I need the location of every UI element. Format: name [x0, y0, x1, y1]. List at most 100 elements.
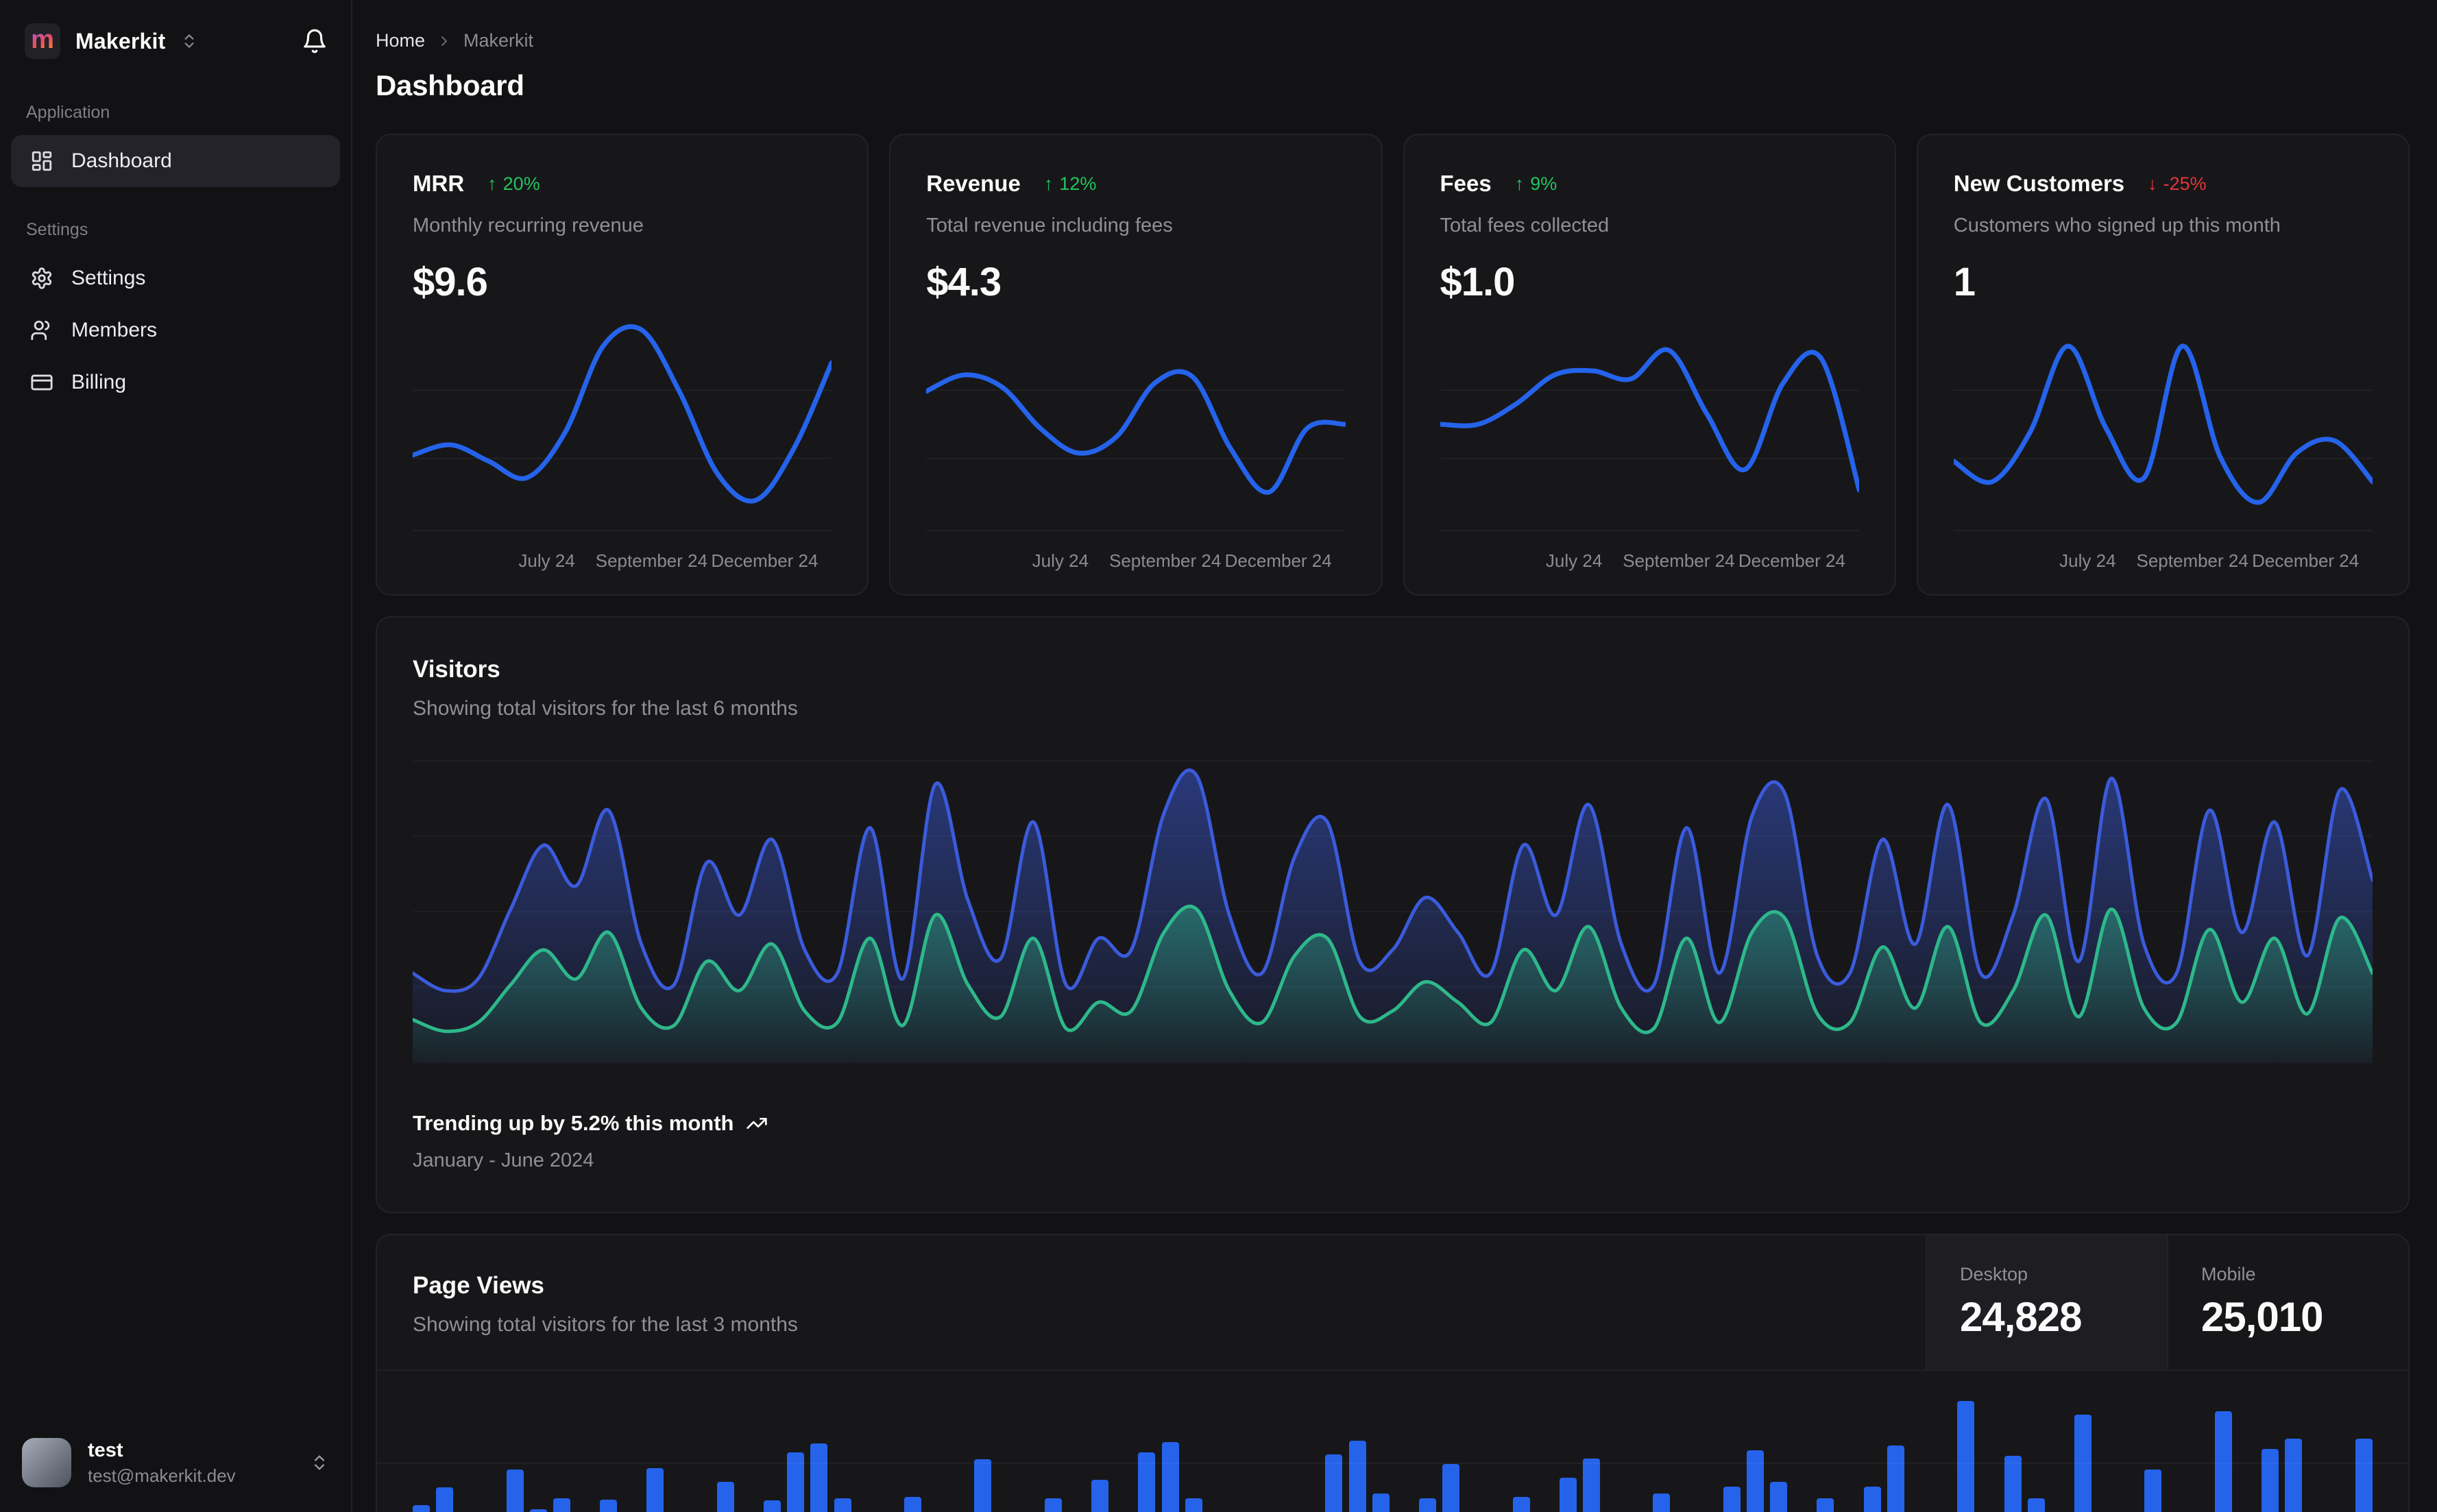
- new-customers-sparkline-chart: [1953, 343, 2373, 531]
- bar: [2004, 1456, 2022, 1512]
- stat-title: New Customers: [1953, 171, 2125, 196]
- bar: [1770, 1482, 1788, 1512]
- stats-grid: MRR ↑ 20% Monthly recurring revenue $9.6 …: [376, 134, 2410, 596]
- workspace-selector[interactable]: m Makerkit: [0, 0, 351, 64]
- bar: [600, 1500, 618, 1512]
- nav-group-label-application: Application: [26, 103, 110, 122]
- sidebar-item-billing[interactable]: Billing: [11, 356, 340, 409]
- gear-icon: [32, 267, 52, 289]
- stat-card-revenue: Revenue ↑ 12% Total revenue including fee…: [889, 134, 1383, 596]
- user-info: test test@makerkit.dev: [88, 1439, 236, 1487]
- bar: [1653, 1493, 1671, 1512]
- toggle-label: Desktop: [1960, 1264, 2028, 1284]
- avatar: [22, 1438, 71, 1487]
- pageviews-bars: [413, 1371, 2373, 1512]
- stat-description: Customers who signed up this month: [1953, 215, 2281, 236]
- bar: [1723, 1487, 1741, 1512]
- trend-badge: ↑ 9%: [1514, 173, 1557, 194]
- bar: [834, 1498, 851, 1512]
- visitors-title: Visitors: [413, 656, 500, 683]
- chevrons-up-down-icon: [184, 34, 194, 48]
- nav-group-label-settings: Settings: [26, 220, 88, 239]
- toggle-value: 25,010: [2201, 1294, 2324, 1340]
- user-name: test: [88, 1439, 123, 1461]
- bar: [1419, 1498, 1437, 1512]
- user-menu[interactable]: test test@makerkit.dev: [0, 1419, 351, 1512]
- bar: [1442, 1464, 1460, 1512]
- bar: [1372, 1493, 1390, 1512]
- sidebar: m Makerkit Application Dashboard Setting…: [0, 0, 352, 1512]
- sidebar-item-members[interactable]: Members: [11, 304, 340, 356]
- x-axis-labels: July 24 September 24 December 24: [518, 550, 819, 571]
- bar: [553, 1498, 570, 1512]
- chevrons-up-down-icon: [315, 1455, 324, 1470]
- breadcrumb-current: Makerkit: [463, 30, 534, 51]
- bar: [2144, 1470, 2162, 1512]
- stat-value: 1: [1953, 260, 1976, 304]
- stat-title: Fees: [1440, 171, 1492, 196]
- bar: [646, 1468, 664, 1512]
- sidebar-nav: Application Dashboard Settings Settings …: [0, 64, 351, 409]
- main-content: Home Makerkit Dashboard MRR ↑ 20% Monthly…: [352, 0, 2437, 1512]
- mrr-sparkline-chart: [413, 324, 832, 531]
- logo-letter: m: [31, 25, 54, 54]
- page-title: Dashboard: [376, 69, 524, 101]
- breadcrumb-home-link[interactable]: Home: [376, 30, 425, 51]
- bar: [1747, 1450, 1765, 1512]
- stat-card-new-customers: New Customers ↓ -25% Customers who signed…: [1916, 134, 2410, 596]
- stat-description: Total revenue including fees: [926, 215, 1173, 236]
- stat-card-mrr: MRR ↑ 20% Monthly recurring revenue $9.6 …: [376, 134, 869, 596]
- sidebar-item-settings[interactable]: Settings: [11, 252, 340, 304]
- stat-value: $1.0: [1440, 260, 1516, 304]
- bar: [1512, 1497, 1530, 1512]
- bar: [974, 1459, 992, 1512]
- fees-sparkline-chart: [1440, 347, 1859, 531]
- x-axis-labels: July 24 September 24 December 24: [1545, 550, 1845, 571]
- pageviews-card: Page Views Showing total visitors for th…: [376, 1234, 2410, 1512]
- stat-title: MRR: [413, 171, 465, 196]
- bar: [1348, 1441, 1366, 1512]
- stat-description: Total fees collected: [1440, 215, 1610, 236]
- workspace-name: Makerkit: [75, 28, 166, 53]
- arrow-up-icon: ↑: [1514, 173, 1525, 194]
- bar: [413, 1505, 430, 1512]
- pageviews-subtitle: Showing total visitors for the last 3 mo…: [413, 1313, 798, 1336]
- bar: [506, 1470, 524, 1512]
- bar: [2262, 1449, 2279, 1512]
- bar: [810, 1443, 828, 1512]
- stat-title: Revenue: [926, 171, 1021, 196]
- sidebar-item-dashboard[interactable]: Dashboard: [11, 135, 340, 187]
- bar: [436, 1487, 454, 1512]
- arrow-up-icon: ↑: [487, 173, 497, 194]
- toggle-desktop[interactable]: Desktop 24,828: [1926, 1235, 2167, 1369]
- bar: [1138, 1452, 1156, 1512]
- stat-card-fees: Fees ↑ 9% Total fees collected $1.0 July …: [1403, 134, 1896, 596]
- trend-badge: ↑ 20%: [487, 173, 540, 194]
- notifications-bell-icon[interactable]: [302, 28, 328, 54]
- x-axis-labels: July 24 September 24 December 24: [2059, 550, 2360, 571]
- toggle-mobile[interactable]: Mobile 25,010: [2167, 1235, 2408, 1369]
- bar: [2214, 1411, 2232, 1512]
- sidebar-item-label: Settings: [71, 267, 146, 289]
- bar: [529, 1509, 547, 1512]
- bar: [2355, 1439, 2373, 1512]
- users-icon: [31, 320, 50, 341]
- makerkit-logo: m: [25, 23, 60, 59]
- bar: [1817, 1498, 1834, 1512]
- visitors-period: January - June 2024: [413, 1149, 594, 1171]
- pageviews-header: Page Views Showing total visitors for th…: [377, 1235, 2408, 1371]
- bar: [1559, 1478, 1577, 1512]
- stat-description: Monthly recurring revenue: [413, 215, 644, 236]
- gridline: [377, 1463, 2408, 1464]
- sidebar-item-label: Dashboard: [71, 149, 172, 172]
- bar: [1957, 1401, 1975, 1512]
- bar: [1091, 1480, 1109, 1512]
- pageviews-chart[interactable]: [377, 1371, 2408, 1512]
- arrow-up-icon: ↑: [1043, 173, 1054, 194]
- chevron-right-icon: [436, 33, 452, 49]
- visitors-chart[interactable]: [413, 760, 2373, 1063]
- toggle-label: Mobile: [2201, 1264, 2256, 1284]
- visitors-subtitle: Showing total visitors for the last 6 mo…: [413, 697, 798, 720]
- trending-up-icon: [747, 1118, 768, 1129]
- arrow-down-icon: ↓: [2148, 173, 2157, 194]
